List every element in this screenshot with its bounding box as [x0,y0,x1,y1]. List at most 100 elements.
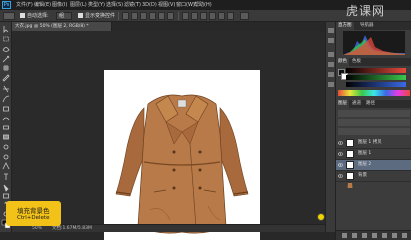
tab-paths[interactable]: 路径 [364,100,377,108]
menu-file[interactable]: 文件(F) [16,1,33,9]
dropdown-value: 组 [59,13,65,19]
document-tab[interactable]: 大衣.jpg @ 50% (图层 2, RGB/8) * [12,22,112,31]
color-spectrum-bar[interactable] [338,90,410,96]
distribute-right-icon[interactable] [227,12,234,20]
panel-icon-strip [325,22,335,232]
blue-slider[interactable] [346,82,406,87]
shortcut-tooltip: 填充背景色 Ctrl+Delete [6,201,61,226]
tab-channels[interactable]: 通道 [350,100,363,108]
paragraph-icon[interactable] [328,82,334,87]
watermark: 虎课网 [346,4,386,18]
brush-tool-icon [2,95,10,103]
photoshop-logo: Ps [2,1,11,9]
show-transform-checkbox[interactable] [78,13,83,18]
visibility-eye-icon[interactable] [338,174,343,178]
healing-brush-tool-icon [3,85,9,93]
histogram-graph [343,31,405,55]
auto-select-checkbox[interactable] [20,13,25,18]
photoshop-window: Ps 文件(F) 编辑(E) 图像(I) 图层(L) 类型(Y) 选择(S) 滤… [0,0,411,240]
canvas-area[interactable] [12,31,325,240]
fx-icon[interactable] [352,233,357,238]
quick-select-tool-icon [2,55,10,63]
layer-name: 图层 2 [358,162,372,167]
tab-color[interactable]: 颜色 [336,58,349,66]
character-icon[interactable] [328,72,334,77]
menu-type[interactable]: 类型(Y) [88,1,105,9]
distribute-bottom-icon[interactable] [200,12,207,20]
adjustment-icon[interactable] [372,233,377,238]
menu-view[interactable]: 视图(V) [158,1,175,9]
visibility-eye-icon[interactable] [338,163,343,167]
menu-3d[interactable]: 3D(D) [142,1,157,9]
right-panels: 直方图 导航器 颜色 色板 图层 通道 路径 图层 1 拷贝 图层 1 图层 2… [335,22,411,240]
menu-layer[interactable]: 图层(L) [70,1,87,9]
layer-thumbnail [346,139,354,155]
auto-align-icon[interactable] [240,12,249,20]
distribute-top-icon[interactable] [182,12,189,20]
distribute-center-icon[interactable] [218,12,225,20]
menu-window[interactable]: 窗口(W) [176,1,195,9]
pen-tool-icon [2,162,10,170]
blend-mode-row[interactable] [338,119,410,126]
mask-icon[interactable] [362,233,367,238]
tab-histogram[interactable]: 直方图 [336,22,354,30]
layers-panel-tabs: 图层 通道 路径 [336,100,411,108]
tab-layers[interactable]: 图层 [336,100,349,108]
type-tool-icon [4,173,8,180]
brush-icon[interactable] [328,62,334,67]
lock-row[interactable] [338,128,410,135]
layers-footer [336,230,411,240]
document-canvas[interactable] [104,70,260,240]
layer-row[interactable]: 图层 1 拷贝 [336,138,411,155]
cursor-icon [317,213,325,221]
auto-select-label: 自动选择: [27,13,49,19]
history-icon[interactable] [328,28,334,33]
green-slider[interactable] [346,75,406,80]
trash-icon[interactable] [402,233,407,238]
show-transform-label: 显示变换控件 [85,13,116,19]
layer-name: 图层 1 [358,151,372,156]
auto-select-dropdown[interactable]: 组 [56,12,72,20]
visibility-eye-icon[interactable] [338,152,343,156]
layer-filter-row[interactable] [338,110,410,117]
align-left-icon[interactable] [149,12,156,20]
folder-icon[interactable] [382,233,387,238]
layer-row[interactable]: 背景 [336,171,411,188]
move-tool-icon[interactable] [3,12,15,20]
tab-swatches[interactable]: 色板 [350,58,363,66]
align-center-icon[interactable] [158,12,165,20]
history-brush-tool-icon [2,117,10,121]
align-top-icon[interactable] [122,12,129,20]
actions-icon[interactable] [328,38,334,43]
tab-navigator[interactable]: 导航器 [358,22,376,30]
tooltip-keys: Ctrl+Delete [17,215,50,221]
layer-thumbnail [346,172,354,188]
align-right-icon[interactable] [167,12,174,20]
properties-icon[interactable] [328,52,334,57]
blur-tool-icon [3,144,9,150]
distribute-middle-icon[interactable] [191,12,198,20]
layer-row[interactable]: 图层 1 [336,149,411,166]
align-bottom-icon[interactable] [140,12,147,20]
marquee-tool-icon [3,36,9,42]
distribute-left-icon[interactable] [209,12,216,20]
menu-image[interactable]: 图像(I) [52,1,67,9]
zoom-level[interactable]: 50% [32,225,42,232]
menu-help[interactable]: 帮助(H) [194,1,212,9]
color-panel-tabs: 颜色 色板 [336,58,411,66]
divider [118,12,119,20]
crop-tool-icon [3,65,9,71]
menu-filter[interactable]: 滤镜(T) [124,1,141,9]
link-layers-icon[interactable] [342,233,347,238]
layer-row-selected[interactable]: 图层 2 [336,160,411,171]
eraser-tool-icon [3,125,9,130]
layer-name: 背景 [358,173,367,178]
red-slider[interactable] [346,68,406,73]
eyedropper-tool-icon [2,74,10,82]
menu-select[interactable]: 选择(S) [106,1,123,9]
new-layer-icon[interactable] [392,233,397,238]
visibility-eye-icon[interactable] [338,141,343,145]
menu-edit[interactable]: 编辑(E) [34,1,51,9]
align-middle-icon[interactable] [131,12,138,20]
path-select-tool-icon [3,184,9,192]
